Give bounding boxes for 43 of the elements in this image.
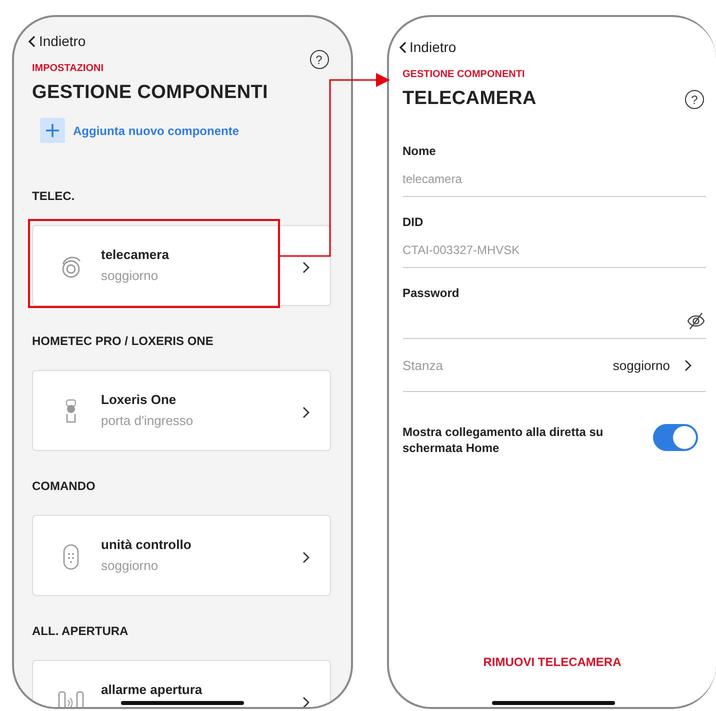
component-item[interactable]: telecamera soggiorno xyxy=(32,225,330,306)
component-name: unità controllo xyxy=(101,537,192,552)
field-label: Nome xyxy=(402,144,437,158)
lock-device-icon xyxy=(65,399,77,425)
chevron-left-icon xyxy=(28,34,36,48)
section-heading: TELEC. xyxy=(32,189,76,203)
component-item[interactable]: Loxeris One porta d'ingresso xyxy=(32,370,330,451)
chevron-right-icon xyxy=(302,406,310,419)
component-name: allarme apertura xyxy=(101,682,204,697)
page-title: GESTIONE COMPONENTI xyxy=(32,82,268,104)
chevron-right-icon xyxy=(302,696,310,707)
component-item[interactable]: unità controllo soggiorno xyxy=(32,515,330,596)
component-name: telecamera xyxy=(101,247,170,262)
component-name: Loxeris One xyxy=(101,392,178,407)
field-label: Password xyxy=(402,286,460,300)
chevron-left-icon xyxy=(398,40,406,54)
toggle-switch[interactable] xyxy=(653,424,698,451)
toggle-label: Mostra collegamento alla diretta su schermata Home xyxy=(402,424,604,456)
chevron-right-icon xyxy=(302,551,310,564)
breadcrumb-label: GESTIONE COMPONENTI xyxy=(402,69,526,80)
back-button[interactable]: Indietro xyxy=(398,39,456,55)
hidden-eye-icon[interactable] xyxy=(686,312,706,330)
component-location: porta d'ingresso xyxy=(101,413,194,428)
component-location: soggiorno xyxy=(101,558,160,573)
add-component-button[interactable]: Aggiunta nuovo componente xyxy=(40,118,239,143)
room-selector[interactable]: soggiorno xyxy=(606,356,706,374)
section-heading: COMANDO xyxy=(32,479,96,493)
field-label: DID xyxy=(402,215,424,229)
remove-camera-button[interactable]: RIMUOVI TELECAMERA xyxy=(477,654,628,670)
help-button[interactable]: ? xyxy=(310,50,328,69)
back-button[interactable]: Indietro xyxy=(28,33,86,49)
breadcrumb-label: IMPOSTAZIONI xyxy=(32,63,104,74)
help-button[interactable]: ? xyxy=(685,90,704,109)
chevron-right-icon xyxy=(684,358,692,372)
keypad-icon xyxy=(63,544,79,570)
component-item[interactable]: allarme apertura xyxy=(32,660,330,707)
chevron-right-icon xyxy=(302,261,310,274)
section-heading: HOMETEC PRO / LOXERIS ONE xyxy=(32,334,214,348)
section-heading: ALL. APERTURA xyxy=(32,624,130,638)
room-label: Stanza xyxy=(402,358,443,372)
plus-icon xyxy=(46,124,59,137)
page-title: TELECAMERA xyxy=(402,88,536,110)
component-location: soggiorno xyxy=(101,268,160,283)
